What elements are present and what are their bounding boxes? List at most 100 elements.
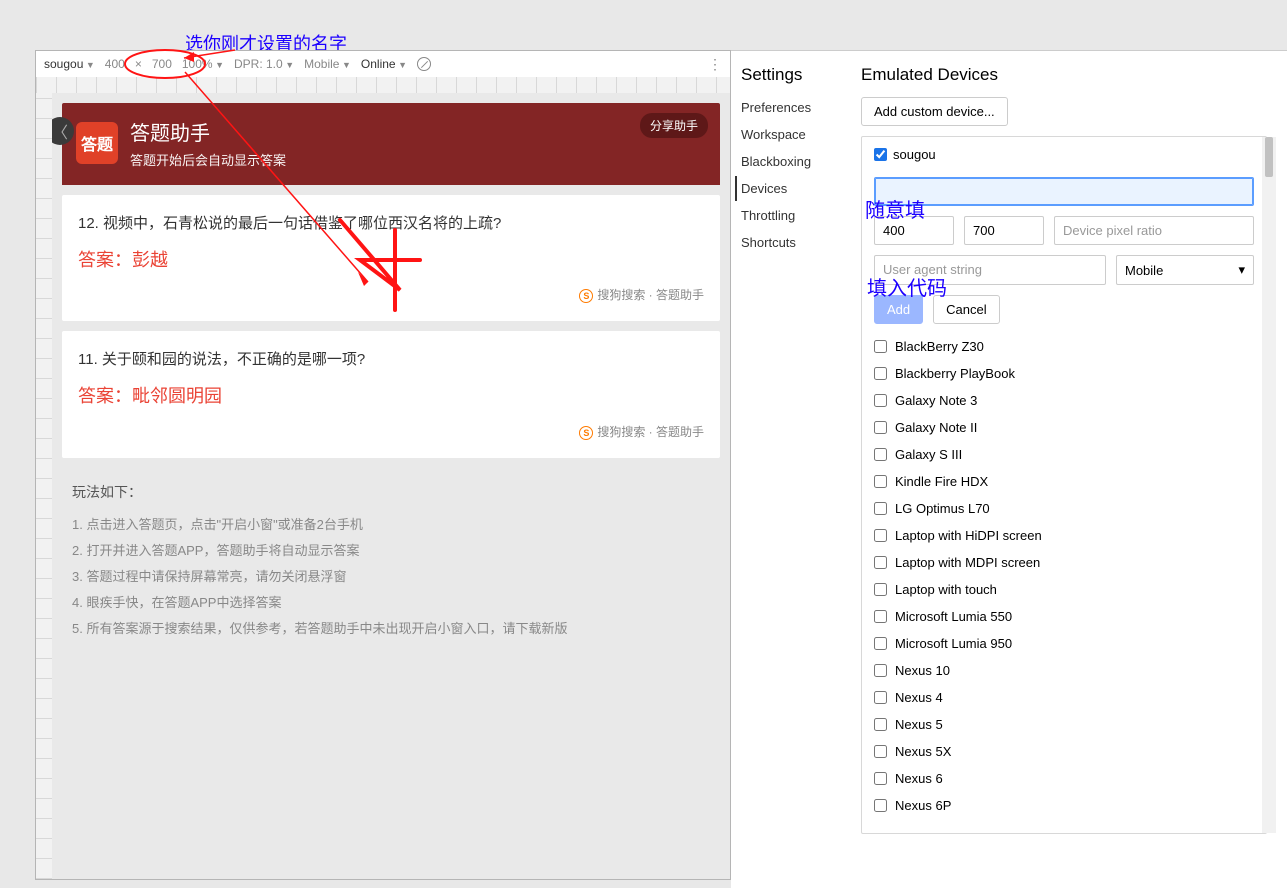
device-checkbox[interactable] (874, 610, 887, 623)
device-checkbox[interactable] (874, 583, 887, 596)
device-row[interactable]: Blackberry PlayBook (874, 360, 1254, 387)
device-height-input[interactable] (964, 216, 1044, 245)
device-frame: sougou 400 × 700 100% DPR: 1.0 Mobile On… (35, 50, 731, 880)
add-custom-device-button[interactable]: Add custom device... (861, 97, 1008, 126)
sogou-icon: S (579, 426, 593, 440)
device-checkbox[interactable] (874, 772, 887, 785)
chevron-down-icon: ▾ (1238, 262, 1245, 278)
device-width-input[interactable] (874, 216, 954, 245)
device-label: Nexus 6 (895, 771, 943, 786)
device-row[interactable]: Microsoft Lumia 550 (874, 603, 1254, 630)
device-checkbox[interactable] (874, 421, 887, 434)
type-select[interactable]: Mobile (304, 57, 351, 71)
device-checkbox[interactable] (874, 637, 887, 650)
device-checkbox[interactable] (874, 475, 887, 488)
instruction-1: 1. 点击进入答题页，点击"开启小窗"或准备2台手机 (72, 512, 710, 538)
devices-main: Emulated Devices Add custom device... so… (841, 51, 1287, 888)
app-subtitle: 答题开始后会自动显示答案 (130, 150, 286, 169)
device-checkbox[interactable] (874, 394, 887, 407)
answer-12: 答案：彭越 (78, 245, 704, 276)
device-type-select[interactable]: Mobile▾ (1116, 255, 1254, 285)
app-title: 答题助手 (130, 117, 286, 146)
no-throttle-icon[interactable] (417, 57, 431, 71)
device-label: Galaxy Note II (895, 420, 977, 435)
sidebar-item-workspace[interactable]: Workspace (735, 122, 837, 147)
instructions-title: 玩法如下： (72, 478, 710, 506)
devtools-settings-panel: Settings PreferencesWorkspaceBlackboxing… (731, 50, 1287, 888)
device-row[interactable]: Laptop with touch (874, 576, 1254, 603)
device-label: Laptop with MDPI screen (895, 555, 1040, 570)
settings-title: Settings (735, 65, 837, 85)
device-checkbox[interactable] (874, 556, 887, 569)
share-button[interactable]: 分享助手 (640, 113, 708, 138)
emulated-viewport[interactable]: 〈 答题 答题助手 答题开始后会自动显示答案 分享助手 12. 视频中，石青松说… (52, 93, 730, 879)
width-label[interactable]: 400 (105, 57, 125, 71)
more-icon[interactable]: ⋮ (708, 56, 722, 73)
device-checkbox[interactable] (874, 745, 887, 758)
back-button[interactable]: 〈 (52, 117, 74, 145)
sidebar-item-throttling[interactable]: Throttling (735, 203, 837, 228)
device-toolbar: sougou 400 × 700 100% DPR: 1.0 Mobile On… (36, 51, 730, 77)
sidebar-item-shortcuts[interactable]: Shortcuts (735, 230, 837, 255)
device-label: Laptop with HiDPI screen (895, 528, 1042, 543)
device-checkbox[interactable] (874, 529, 887, 542)
device-row[interactable]: Galaxy Note 3 (874, 387, 1254, 414)
scrollbar[interactable] (1262, 137, 1276, 833)
sidebar-item-blackboxing[interactable]: Blackboxing (735, 149, 837, 174)
instructions: 玩法如下： 1. 点击进入答题页，点击"开启小窗"或准备2台手机 2. 打开并进… (72, 478, 710, 642)
device-label: BlackBerry Z30 (895, 339, 984, 354)
device-checkbox[interactable] (874, 340, 887, 353)
device-row[interactable]: Nexus 6 (874, 765, 1254, 792)
device-checkbox[interactable] (874, 502, 887, 515)
device-row[interactable]: Galaxy S III (874, 441, 1254, 468)
question-card-12: 12. 视频中，石青松说的最后一句话借鉴了哪位西汉名将的上疏? 答案：彭越 S搜… (62, 195, 720, 321)
device-row[interactable]: Microsoft Lumia 950 (874, 630, 1254, 657)
cancel-button[interactable]: Cancel (933, 295, 999, 324)
instruction-4: 4. 眼疾手快，在答题APP中选择答案 (72, 590, 710, 616)
device-label: Nexus 4 (895, 690, 943, 705)
device-checkbox[interactable] (874, 448, 887, 461)
device-checkbox[interactable] (874, 691, 887, 704)
device-row[interactable]: Galaxy Note II (874, 414, 1254, 441)
card-footer: S搜狗搜索 · 答题助手 (78, 285, 704, 305)
instruction-3: 3. 答题过程中请保持屏幕常亮，请勿关闭悬浮窗 (72, 564, 710, 590)
question-card-11: 11. 关于颐和园的说法，不正确的是哪一项? 答案：毗邻圆明园 S搜狗搜索 · … (62, 331, 720, 457)
device-sougou-row[interactable]: sougou (862, 137, 1266, 172)
device-row[interactable]: Nexus 5 (874, 711, 1254, 738)
instruction-2: 2. 打开并进入答题APP，答题助手将自动显示答案 (72, 538, 710, 564)
device-checkbox-sougou[interactable] (874, 148, 887, 161)
add-button[interactable]: Add (874, 295, 923, 324)
device-row[interactable]: Nexus 4 (874, 684, 1254, 711)
device-dpr-input[interactable]: Device pixel ratio (1054, 216, 1254, 245)
ruler-vertical (36, 93, 52, 879)
height-label[interactable]: 700 (152, 57, 172, 71)
device-row[interactable]: Laptop with MDPI screen (874, 549, 1254, 576)
dpr-select[interactable]: DPR: 1.0 (234, 57, 294, 71)
device-checkbox[interactable] (874, 799, 887, 812)
device-row[interactable]: Nexus 10 (874, 657, 1254, 684)
device-row[interactable]: Laptop with HiDPI screen (874, 522, 1254, 549)
device-row[interactable]: LG Optimus L70 (874, 495, 1254, 522)
settings-sidebar: Settings PreferencesWorkspaceBlackboxing… (731, 51, 841, 888)
device-label: Blackberry PlayBook (895, 366, 1015, 381)
answer-11: 答案：毗邻圆明园 (78, 381, 704, 412)
user-agent-input[interactable]: User agent string (874, 255, 1106, 285)
device-row[interactable]: Kindle Fire HDX (874, 468, 1254, 495)
zoom-select[interactable]: 100% (182, 57, 224, 71)
device-label: Microsoft Lumia 550 (895, 609, 1012, 624)
sidebar-item-devices[interactable]: Devices (735, 176, 837, 201)
network-select[interactable]: Online (361, 57, 407, 71)
device-row[interactable]: BlackBerry Z30 (874, 333, 1254, 360)
device-name-input[interactable] (874, 177, 1254, 206)
card-footer: S搜狗搜索 · 答题助手 (78, 422, 704, 442)
ruler-horizontal (36, 77, 730, 93)
question-12-text: 12. 视频中，石青松说的最后一句话借鉴了哪位西汉名将的上疏? (78, 211, 704, 237)
device-checkbox[interactable] (874, 367, 887, 380)
sidebar-item-preferences[interactable]: Preferences (735, 95, 837, 120)
device-row[interactable]: Nexus 5X (874, 738, 1254, 765)
device-row[interactable]: Nexus 6P (874, 792, 1254, 819)
device-checkbox[interactable] (874, 664, 887, 677)
device-select[interactable]: sougou (44, 57, 95, 71)
app-header: 〈 答题 答题助手 答题开始后会自动显示答案 分享助手 (62, 103, 720, 185)
device-checkbox[interactable] (874, 718, 887, 731)
